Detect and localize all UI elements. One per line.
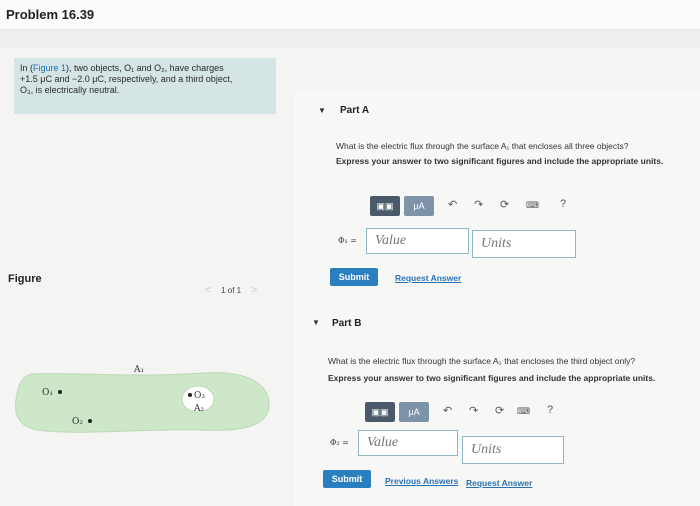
object-1-label: O₁: [42, 388, 53, 398]
surface-a1-shape: [15, 372, 270, 433]
part-a-question: What is the electric flux through the su…: [336, 141, 629, 151]
problem-intro: In (Figure 1), two objects, O₁ and O₂, h…: [14, 58, 276, 114]
object-1-dot: [58, 390, 62, 394]
part-b-question: What is the electric flux through the su…: [328, 356, 636, 366]
part-b-collapse-icon[interactable]: ▼: [312, 318, 320, 327]
pager-text: 1 of 1: [221, 286, 242, 295]
next-figure-icon[interactable]: >: [251, 285, 257, 296]
intro-line-1: In (Figure 1), two objects, O₁ and O₂, h…: [20, 63, 270, 74]
part-a-instruction: Express your answer to two significant f…: [336, 156, 664, 166]
part-b-instruction: Express your answer to two significant f…: [328, 373, 656, 383]
reset-icon[interactable]: ⟳: [495, 404, 504, 417]
part-a-title[interactable]: Part A: [340, 105, 369, 116]
intro-line-3: O₃, is electrically neutral.: [20, 85, 120, 95]
header-band: [0, 30, 700, 48]
undo-icon[interactable]: ↶: [448, 198, 457, 211]
header-bar: Problem 16.39: [0, 0, 700, 30]
figure-label: Figure: [8, 273, 42, 285]
undo-icon[interactable]: ↶: [443, 404, 452, 417]
prev-figure-icon[interactable]: <: [205, 285, 211, 296]
intro-line-2: +1.5 μC and −2.0 μC, respectively, and a…: [20, 74, 233, 84]
redo-icon[interactable]: ↷: [469, 404, 478, 417]
figure-diagram: A₁ A₂ O₁ O₂ O₃: [15, 365, 270, 433]
part-a-toolbar: ▣▣ μA ↶ ↷ ⟳ ⌨ ?: [370, 196, 590, 216]
part-a-units-input[interactable]: [472, 230, 576, 258]
intro-line1-rest: ), two objects, O₁ and O₂, have charges: [66, 63, 224, 73]
reset-icon[interactable]: ⟳: [500, 198, 509, 211]
part-b-units-input[interactable]: [462, 436, 564, 464]
object-2-dot: [88, 419, 92, 423]
part-b-var-label: Φ₂ =: [330, 438, 350, 447]
part-b-previous-answers-link[interactable]: Previous Answers: [385, 476, 458, 486]
help-icon[interactable]: ?: [547, 404, 553, 416]
page-title: Problem 16.39: [6, 7, 95, 22]
figure-link[interactable]: Figure 1: [33, 63, 66, 73]
keyboard-icon[interactable]: ⌨: [526, 200, 539, 211]
part-b-submit-button[interactable]: Submit: [323, 470, 371, 488]
surface-a1-label: A₁: [133, 365, 144, 375]
part-b-value-input[interactable]: [358, 430, 458, 456]
part-a-request-answer-link[interactable]: Request Answer: [395, 273, 461, 283]
object-3-dot: [188, 393, 192, 397]
part-b-title[interactable]: Part B: [332, 318, 361, 329]
part-a-var-label: Φ₁ =: [338, 236, 358, 245]
part-b-request-answer-link[interactable]: Request Answer: [466, 478, 532, 488]
part-a-submit-button[interactable]: Submit: [330, 268, 378, 286]
help-icon[interactable]: ?: [560, 198, 566, 210]
templates-icon[interactable]: ▣▣: [365, 402, 395, 422]
object-3-label: O₃: [194, 391, 205, 401]
mu-a-icon[interactable]: μA: [404, 196, 434, 216]
redo-icon[interactable]: ↷: [474, 198, 483, 211]
mu-a-icon[interactable]: μA: [399, 402, 429, 422]
figure-pager: < 1 of 1 >: [205, 285, 257, 296]
intro-prefix: In (: [20, 63, 34, 73]
surface-a2-label: A₂: [193, 404, 204, 414]
part-b-toolbar: ▣▣ μA ↶ ↷ ⟳ ⌨ ?: [365, 402, 585, 422]
object-2-label: O₂: [72, 417, 83, 427]
part-a-collapse-icon[interactable]: ▼: [318, 106, 326, 115]
templates-icon[interactable]: ▣▣: [370, 196, 400, 216]
keyboard-icon[interactable]: ⌨: [517, 406, 530, 417]
part-a-value-input[interactable]: [366, 228, 469, 254]
